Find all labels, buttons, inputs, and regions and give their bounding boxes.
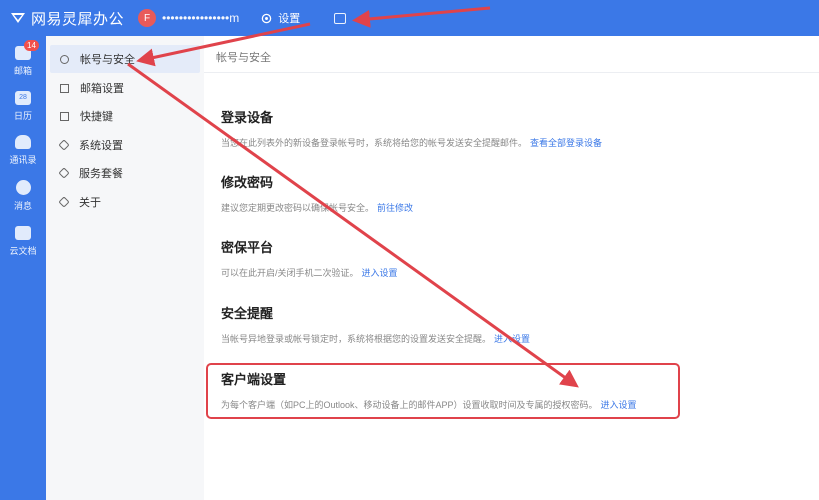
- keyboard-icon: [60, 111, 69, 121]
- rail-item-docs[interactable]: 云文档: [0, 226, 46, 257]
- sidebar-item-label: 关于: [79, 197, 101, 209]
- view-devices-link[interactable]: 查看全部登录设备: [530, 138, 602, 148]
- settings-sidebar: 帐号与安全 邮箱设置 快捷键 系统设置 服务套餐 关于: [46, 36, 204, 500]
- section-desc: 当帐号异地登录或帐号锁定时，系统将根据您的设置发送安全提醒。 进入设置: [221, 332, 530, 345]
- contacts-icon: [15, 135, 31, 149]
- sidebar-item-label: 快捷键: [80, 111, 113, 123]
- top-bar: 网易灵犀办公 F ••••••••••••••••m 设置: [0, 0, 819, 36]
- rail-item-contacts[interactable]: 通讯录: [0, 135, 46, 166]
- app-title: 网易灵犀办公: [31, 10, 125, 28]
- section-desc: 可以在此开启/关闭手机二次验证。 进入设置: [221, 266, 398, 279]
- section-desc-text: 当您在此列表外的新设备登录帐号时，系统将给您的帐号发送安全提醒邮件。: [221, 138, 528, 148]
- section-desc: 建议您定期更改密码以确保帐号安全。 前往修改: [221, 201, 413, 214]
- rail-label: 邮箱: [13, 66, 32, 76]
- section-title: 密保平台: [221, 240, 274, 255]
- section-desc: 当您在此列表外的新设备登录帐号时，系统将给您的帐号发送安全提醒邮件。 查看全部登录…: [221, 136, 602, 149]
- section-title: 修改密码: [221, 175, 274, 190]
- rail-item-mail[interactable]: 14 邮箱: [0, 40, 46, 77]
- divider: [204, 72, 819, 73]
- avatar[interactable]: F: [138, 9, 157, 27]
- section-title: 安全提醒: [221, 306, 274, 321]
- section-change-password: 修改密码 建议您定期更改密码以确保帐号安全。 前往修改: [221, 172, 413, 214]
- section-title: 登录设备: [221, 110, 274, 125]
- folder-icon: [15, 226, 31, 240]
- app-logo[interactable]: 网易灵犀办公: [10, 8, 124, 29]
- sidebar-item-shortcuts[interactable]: 快捷键: [50, 102, 200, 130]
- sidebar-item-account-security[interactable]: 帐号与安全: [50, 45, 200, 73]
- section-desc-text: 可以在此开启/关闭手机二次验证。: [221, 268, 359, 278]
- rail-item-messages[interactable]: 消息: [0, 180, 46, 212]
- sidebar-item-mail-settings[interactable]: 邮箱设置: [50, 74, 200, 102]
- gear-icon: [58, 139, 70, 151]
- settings-content: 帐号与安全 登录设备 当您在此列表外的新设备登录帐号时，系统将给您的帐号发送安全…: [204, 36, 819, 500]
- sidebar-item-label: 帐号与安全: [80, 54, 135, 66]
- mail-icon: 14: [15, 40, 39, 60]
- calendar-icon: 28: [15, 91, 31, 105]
- change-password-link[interactable]: 前往修改: [377, 203, 413, 213]
- mail-outline-icon: [60, 83, 69, 93]
- gear-icon: [261, 13, 272, 23]
- section-login-devices: 登录设备 当您在此列表外的新设备登录帐号时，系统将给您的帐号发送安全提醒邮件。查…: [221, 107, 602, 149]
- section-desc-text: 建议您定期更改密码以确保帐号安全。: [221, 203, 375, 213]
- rail-label: 通讯录: [9, 155, 37, 165]
- rail-label: 云文档: [9, 246, 37, 256]
- window-icon[interactable]: [334, 12, 347, 24]
- breadcrumb: 帐号与安全: [216, 52, 271, 64]
- user-icon: [60, 54, 69, 64]
- user-menu[interactable]: F ••••••••••••••••m: [138, 9, 239, 27]
- app-window: 网易灵犀办公 F ••••••••••••••••m 设置 14 邮箱 28 日…: [0, 0, 819, 500]
- sidebar-item-label: 邮箱设置: [80, 83, 124, 95]
- chat-icon: [15, 180, 31, 195]
- settings-label: 设置: [278, 13, 301, 25]
- unread-badge: 14: [24, 40, 39, 51]
- sidebar-item-system-settings[interactable]: 系统设置: [50, 131, 200, 159]
- logo-icon: [11, 13, 25, 23]
- sidebar-item-service-plan[interactable]: 服务套餐: [50, 159, 200, 187]
- sidebar-item-label: 服务套餐: [79, 168, 123, 180]
- security-alerts-link[interactable]: 进入设置: [494, 334, 530, 344]
- settings-button[interactable]: 设置: [261, 10, 300, 26]
- annotation-highlight-box: [206, 363, 680, 419]
- info-icon: [58, 196, 70, 208]
- rail-label: 消息: [13, 201, 32, 211]
- rail-item-calendar[interactable]: 28 日历: [0, 91, 46, 122]
- left-rail: 14 邮箱 28 日历 通讯录 消息 云文档: [0, 36, 46, 500]
- sidebar-item-label: 系统设置: [79, 140, 123, 152]
- user-email: ••••••••••••••••m: [162, 11, 240, 25]
- package-icon: [58, 167, 70, 179]
- security-platform-link[interactable]: 进入设置: [362, 268, 398, 278]
- section-security-platform: 密保平台 可以在此开启/关闭手机二次验证。 进入设置: [221, 237, 398, 279]
- rail-label: 日历: [13, 111, 32, 121]
- sidebar-item-about[interactable]: 关于: [50, 188, 200, 216]
- section-desc-text: 当帐号异地登录或帐号锁定时，系统将根据您的设置发送安全提醒。: [221, 334, 492, 344]
- section-security-alerts: 安全提醒 当帐号异地登录或帐号锁定时，系统将根据您的设置发送安全提醒。 进入设置: [221, 303, 530, 345]
